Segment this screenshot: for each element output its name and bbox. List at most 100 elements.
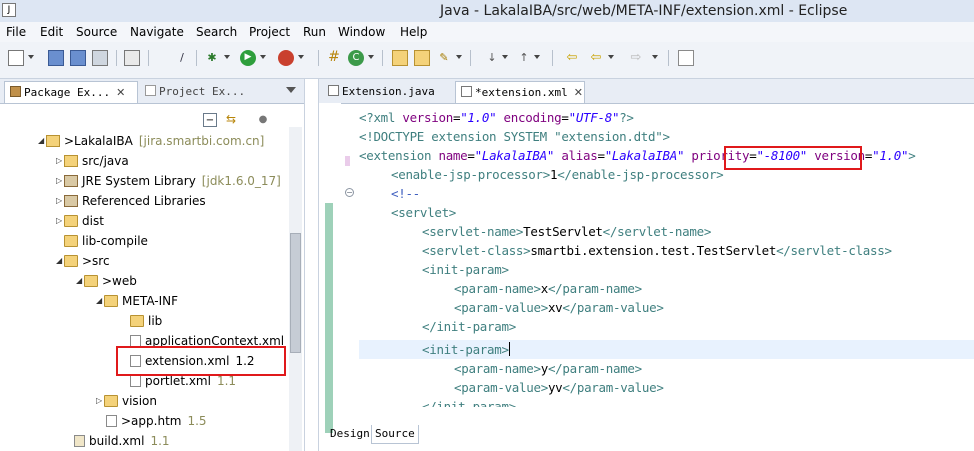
tree-item-app-htm[interactable]: >app.htm 1.5: [106, 411, 207, 431]
last-edit-location-icon[interactable]: ⇦: [564, 50, 580, 66]
project-folder-icon: [46, 135, 60, 147]
tab-package-explorer-label: Package Ex...: [24, 86, 111, 99]
folder-icon: [84, 275, 98, 287]
tree-item-src[interactable]: ◢ >src: [56, 251, 110, 271]
code-line-14[interactable]: <param-name>y</param-name>: [359, 359, 642, 378]
debug-dropdown-icon[interactable]: [224, 55, 230, 59]
back-icon[interactable]: ⇦: [588, 50, 604, 66]
view-menu-icon[interactable]: [286, 87, 296, 93]
tab-package-explorer[interactable]: Package Ex... ✕: [4, 81, 138, 103]
print-icon[interactable]: [92, 50, 108, 66]
link-with-editor-icon[interactable]: ⇆: [224, 113, 238, 127]
menu-run[interactable]: Run: [303, 25, 326, 39]
folder-icon: [104, 295, 118, 307]
tree-item-meta-inf[interactable]: ◢ META-INF: [96, 291, 178, 311]
package-explorer-panel: Package Ex... ✕ Project Ex... − ⇆ ● ◢ >Lak…: [0, 79, 305, 451]
source-folder-icon: [64, 155, 78, 167]
tree-item-build-xml[interactable]: build.xml 1.1: [74, 431, 170, 451]
tab-project-explorer[interactable]: Project Ex...: [140, 81, 260, 103]
tree-item-src-java[interactable]: ▷ src/java: [56, 151, 129, 171]
external-tools-dropdown-icon[interactable]: [298, 55, 304, 59]
tree-item-vision[interactable]: ▷ vision: [96, 391, 157, 411]
new-class-icon[interactable]: C: [348, 50, 364, 66]
menu-help[interactable]: Help: [400, 25, 427, 39]
forward-dropdown-icon[interactable]: [652, 55, 658, 59]
tree-scrollbar-thumb[interactable]: [290, 233, 301, 353]
menu-project[interactable]: Project: [249, 25, 290, 39]
search-dropdown-icon[interactable]: [456, 55, 462, 59]
forward-icon[interactable]: ⇨: [628, 50, 644, 66]
tree-item-referenced-libraries[interactable]: ▷ Referenced Libraries: [56, 191, 206, 211]
tab-extension-xml[interactable]: *extension.xml ✕: [455, 81, 585, 103]
ant-file-icon: [74, 435, 85, 447]
xml-file-icon: [461, 86, 472, 97]
code-line-4[interactable]: <enable-jsp-processor>1</enable-jsp-proc…: [359, 165, 724, 184]
tab-source[interactable]: Source: [371, 425, 419, 444]
save-all-icon[interactable]: [70, 50, 86, 66]
collapse-all-icon[interactable]: −: [203, 113, 217, 127]
fold-toggle-icon[interactable]: −: [345, 188, 354, 197]
open-type-icon[interactable]: [124, 50, 140, 66]
tab-design[interactable]: Design: [327, 425, 373, 444]
tree-item-lib[interactable]: lib: [130, 311, 162, 331]
new-icon[interactable]: [8, 50, 24, 66]
search-icon[interactable]: ✎: [436, 50, 452, 66]
tree-item-web[interactable]: ◢ >web: [76, 271, 137, 291]
menu-navigate[interactable]: Navigate: [130, 25, 184, 39]
pin-editor-icon[interactable]: [678, 50, 694, 66]
next-annotation-dropdown-icon[interactable]: [502, 55, 508, 59]
previous-annotation-dropdown-icon[interactable]: [534, 55, 540, 59]
tree-item-lib-compile[interactable]: lib-compile: [64, 231, 148, 251]
folder-icon: [64, 215, 78, 227]
tab-extension-java[interactable]: Extension.java: [323, 81, 453, 103]
code-line-7[interactable]: <servlet-name>TestServlet</servlet-name>: [359, 222, 711, 241]
debug-icon[interactable]: ✱: [204, 50, 220, 66]
skip-breakpoints-icon[interactable]: /: [174, 50, 190, 66]
code-line-8[interactable]: <servlet-class>smartbi.extension.test.Te…: [359, 241, 892, 260]
close-icon[interactable]: ✕: [116, 86, 125, 99]
code-line-15[interactable]: <param-value>yv</param-value>: [359, 378, 664, 397]
code-line-13[interactable]: <init-param>: [359, 340, 510, 359]
folder-icon: [104, 395, 118, 407]
tree-scrollbar[interactable]: [289, 127, 302, 451]
tree-item-dist[interactable]: ▷ dist: [56, 211, 104, 231]
next-annotation-icon[interactable]: ↓: [484, 50, 500, 66]
new-dropdown-icon[interactable]: [28, 55, 34, 59]
open-resource-icon[interactable]: [414, 50, 430, 66]
previous-annotation-icon[interactable]: ↑: [516, 50, 532, 66]
code-line-16[interactable]: </init-param>: [359, 397, 516, 407]
menu-search[interactable]: Search: [196, 25, 237, 39]
open-folder-icon[interactable]: [392, 50, 408, 66]
menu-file[interactable]: File: [6, 25, 26, 39]
menu-source[interactable]: Source: [76, 25, 117, 39]
view-settings-icon[interactable]: ●: [256, 113, 270, 127]
close-icon[interactable]: ✕: [574, 86, 583, 99]
code-line-9[interactable]: <init-param>: [359, 260, 509, 279]
code-line-6[interactable]: <servlet>: [359, 203, 456, 222]
menu-window[interactable]: Window: [338, 25, 385, 39]
tree-item-jre-system-library[interactable]: ▷ JRE System Library [jdk1.6.0_17]: [56, 171, 281, 191]
save-icon[interactable]: [48, 50, 64, 66]
back-dropdown-icon[interactable]: [608, 55, 614, 59]
code-line-5[interactable]: <!--: [359, 184, 420, 203]
new-java-project-icon[interactable]: #: [326, 50, 342, 66]
code-line-12[interactable]: </init-param>: [359, 317, 516, 336]
code-line-2[interactable]: <!DOCTYPE extension SYSTEM "extension.dt…: [359, 127, 670, 146]
tab-extension-xml-label: *extension.xml: [475, 86, 568, 99]
html-file-icon: [106, 415, 117, 427]
library-icon: [64, 175, 78, 187]
menu-edit[interactable]: Edit: [40, 25, 63, 39]
run-icon[interactable]: ▶: [240, 50, 256, 66]
code-line-10[interactable]: <param-name>x</param-name>: [359, 279, 642, 298]
code-line-11[interactable]: <param-value>xv</param-value>: [359, 298, 664, 317]
code-line-1[interactable]: <?xml version="1.0" encoding="UTF-8"?>: [359, 108, 634, 127]
highlight-box-extension-xml: [116, 346, 286, 376]
text-cursor: [508, 342, 510, 356]
run-dropdown-icon[interactable]: [260, 55, 266, 59]
left-tab-bar: Package Ex... ✕ Project Ex...: [0, 79, 304, 104]
tree-item-lakalaiba[interactable]: ◢ >LakalaIBA [jira.smartbi.com.cn]: [38, 131, 264, 151]
new-class-dropdown-icon[interactable]: [368, 55, 374, 59]
highlight-box-priority: [724, 146, 862, 170]
external-tools-icon[interactable]: [278, 50, 294, 66]
title-bar: J Java - LakalaIBA/src/web/META-INF/exte…: [0, 0, 974, 22]
